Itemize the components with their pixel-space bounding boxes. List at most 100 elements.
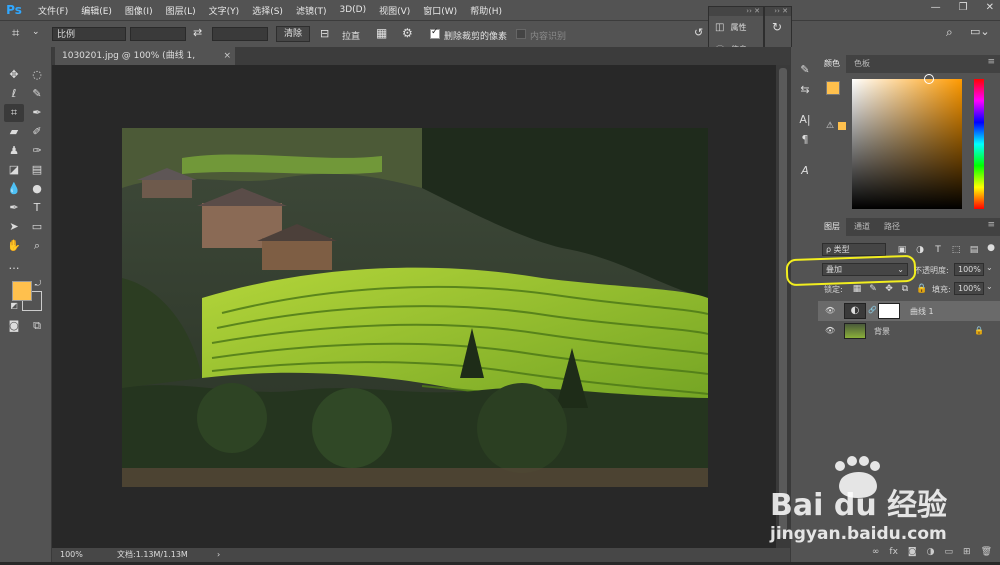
opacity-input[interactable]: 100%: [954, 263, 984, 276]
panel-header[interactable]: ›› ✕: [765, 7, 791, 16]
tab-channels[interactable]: 通道: [848, 218, 876, 236]
ratio-select[interactable]: 比例: [52, 27, 126, 41]
rectangle-tool-icon[interactable]: ▭: [27, 218, 47, 236]
blur-tool-icon[interactable]: 💧: [4, 180, 24, 198]
quick-select-icon[interactable]: ✎: [27, 85, 47, 103]
menu-filter[interactable]: 滤镜(T): [296, 4, 327, 17]
gradient-icon[interactable]: ▤: [27, 161, 47, 179]
layer-row-background[interactable]: 👁 背景 🔒: [818, 321, 1000, 341]
lock-position-icon[interactable]: ✥: [884, 284, 894, 294]
restore-icon[interactable]: ❐: [959, 2, 968, 13]
paragraph-panel-icon[interactable]: ¶: [796, 131, 814, 149]
close-icon[interactable]: ✕: [986, 2, 994, 13]
tab-paths[interactable]: 路径: [878, 218, 906, 236]
clone-stamp-icon[interactable]: ♟: [4, 142, 24, 160]
filter-pixel-icon[interactable]: ▣: [897, 245, 907, 255]
eye-icon[interactable]: 👁: [825, 306, 835, 315]
more-tools-icon[interactable]: …: [4, 257, 24, 275]
chevron-down-icon[interactable]: ⌄: [32, 27, 40, 37]
workspace-icon[interactable]: ▭⌄: [970, 25, 990, 38]
foreground-color-swatch[interactable]: [12, 281, 32, 301]
fill-input[interactable]: 100%: [954, 282, 984, 295]
zoom-tool-icon[interactable]: ⌕: [27, 237, 47, 255]
grid-overlay-icon[interactable]: ▦: [376, 26, 387, 40]
quick-mask-icon[interactable]: ◙: [4, 317, 24, 335]
photo-canvas[interactable]: [122, 128, 708, 487]
color-cursor[interactable]: [924, 74, 934, 84]
clear-button[interactable]: 清除: [276, 26, 310, 42]
straighten-icon[interactable]: ⊟: [320, 27, 329, 40]
layer-row-curves[interactable]: 👁 ◐ 🔗 曲线 1: [818, 301, 1000, 321]
tab-layers[interactable]: 图层: [818, 218, 846, 236]
screen-mode-icon[interactable]: ⧉: [27, 317, 47, 335]
history-brush-icon[interactable]: ✑: [27, 142, 47, 160]
menu-edit[interactable]: 编辑(E): [81, 4, 112, 17]
brush-panel-icon[interactable]: ✎: [796, 61, 814, 79]
swap-icon[interactable]: ⇄: [193, 26, 202, 39]
link-icon[interactable]: 🔗: [868, 306, 877, 314]
document-tab[interactable]: 1030201.jpg @ 100% (曲线 1, RGB/8#) * ×: [55, 47, 235, 79]
lock-all-icon[interactable]: 🔒: [916, 284, 927, 294]
lock-image-icon[interactable]: ✎: [868, 284, 878, 294]
width-input[interactable]: [130, 27, 186, 41]
menu-window[interactable]: 窗口(W): [423, 4, 457, 17]
lasso-tool-icon[interactable]: ℓ: [4, 85, 24, 103]
gamut-warning-icon[interactable]: ⚠: [825, 121, 835, 131]
crop-tool-icon[interactable]: ⌗: [4, 104, 24, 122]
chevron-down-icon[interactable]: ⌄: [986, 263, 993, 272]
healing-brush-icon[interactable]: ▰: [4, 123, 24, 141]
reset-icon[interactable]: ↺: [694, 26, 703, 39]
filter-smart-icon[interactable]: ▤: [969, 245, 979, 255]
hand-tool-icon[interactable]: ✋: [4, 237, 24, 255]
height-input[interactable]: [212, 27, 268, 41]
filter-type-icon[interactable]: T: [933, 245, 943, 255]
marquee-tool-icon[interactable]: ◌: [27, 66, 47, 84]
lock-transparent-icon[interactable]: ▦: [852, 284, 862, 294]
hue-slider[interactable]: [974, 79, 984, 209]
minimize-icon[interactable]: —: [931, 2, 941, 13]
menu-type[interactable]: 文字(Y): [209, 4, 240, 17]
search-icon[interactable]: ⌕: [946, 25, 953, 40]
panel-menu-icon[interactable]: ≡: [987, 220, 995, 230]
history-icon[interactable]: ↻: [765, 16, 791, 38]
delete-cropped-checkbox[interactable]: [430, 27, 440, 39]
menu-layer[interactable]: 图层(L): [166, 4, 196, 17]
tab-color[interactable]: 颜色: [818, 55, 846, 73]
gear-icon[interactable]: ⚙: [402, 26, 413, 40]
brush-tool-icon[interactable]: ✐: [27, 123, 47, 141]
properties-row[interactable]: ◫ 属性: [709, 16, 763, 38]
move-tool-icon[interactable]: ✥: [4, 66, 24, 84]
glyphs-panel-icon[interactable]: A: [796, 162, 814, 180]
menu-view[interactable]: 视图(V): [379, 4, 410, 17]
close-tab-icon[interactable]: ×: [223, 47, 231, 65]
filter-adjust-icon[interactable]: ◑: [915, 245, 925, 255]
layer-name[interactable]: 曲线 1: [910, 306, 934, 317]
foreground-color-mini[interactable]: [826, 81, 840, 95]
adjustments-icon[interactable]: ⇆: [796, 81, 814, 99]
type-tool-icon[interactable]: T: [27, 199, 47, 217]
panel-menu-icon[interactable]: ≡: [987, 57, 995, 67]
menu-file[interactable]: 文件(F): [38, 4, 68, 17]
chevron-down-icon[interactable]: ⌄: [986, 282, 993, 291]
content-aware-checkbox[interactable]: [516, 29, 526, 39]
straighten-button[interactable]: 拉直: [342, 29, 360, 42]
pen-tool-icon[interactable]: ✒: [4, 199, 24, 217]
eyedropper-icon[interactable]: ✒: [27, 104, 47, 122]
lock-artboard-icon[interactable]: ⧉: [900, 284, 910, 294]
color-picker-field[interactable]: [852, 74, 962, 209]
filter-toggle-icon[interactable]: ●: [986, 243, 996, 253]
menu-3d[interactable]: 3D(D): [339, 5, 366, 15]
eraser-icon[interactable]: ◪: [4, 161, 24, 179]
menu-select[interactable]: 选择(S): [252, 4, 283, 17]
menu-help[interactable]: 帮助(H): [470, 4, 502, 17]
filter-shape-icon[interactable]: ⬚: [951, 245, 961, 255]
menu-image[interactable]: 图像(I): [125, 4, 153, 17]
zoom-level[interactable]: 100%: [60, 548, 83, 562]
dodge-tool-icon[interactable]: ●: [27, 180, 47, 198]
eye-icon[interactable]: 👁: [825, 326, 835, 335]
layer-filter-select[interactable]: ρ 类型: [822, 243, 886, 256]
character-panel-icon[interactable]: A|: [796, 111, 814, 129]
layer-name[interactable]: 背景: [874, 326, 890, 337]
panel-header[interactable]: ›› ✕: [709, 7, 763, 16]
chevron-right-icon[interactable]: ›: [217, 548, 220, 562]
